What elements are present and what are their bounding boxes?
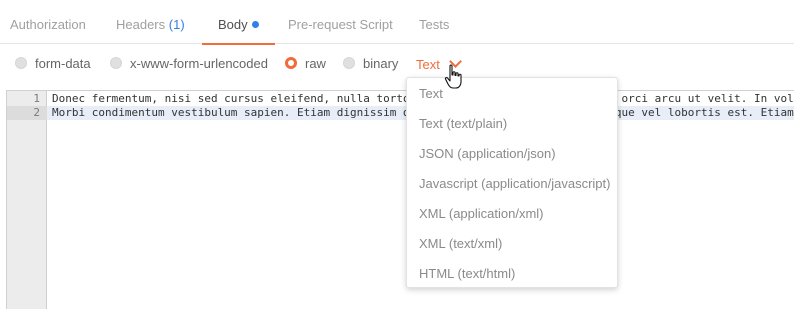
radio-binary-label: binary xyxy=(363,55,399,71)
radio-urlencoded-label: x-www-form-urlencoded xyxy=(130,55,268,71)
tab-headers-label: Headers xyxy=(116,17,166,32)
tab-tests-label: Tests xyxy=(419,17,450,32)
tab-headers[interactable]: Headers (1) xyxy=(116,0,185,44)
tab-pre-request-script-label: Pre-request Script xyxy=(288,17,393,32)
headers-count-badge: (1) xyxy=(168,17,185,32)
radio-binary-circle xyxy=(343,57,355,69)
radio-raw[interactable]: raw xyxy=(285,54,326,72)
tab-body-label: Body xyxy=(218,17,248,32)
request-tabs: Authorization Headers (1) Body Pre-reque… xyxy=(0,0,794,45)
radio-raw-label: raw xyxy=(305,55,326,71)
body-mode-selector: form-data x-www-form-urlencoded raw bina… xyxy=(0,50,794,74)
body-modified-dot-icon xyxy=(251,21,259,28)
radio-form-data[interactable]: form-data xyxy=(15,54,91,72)
dropdown-option-json[interactable]: JSON (application/json) xyxy=(407,139,617,169)
dropdown-option-text[interactable]: Text xyxy=(407,79,617,109)
tab-pre-request-script[interactable]: Pre-request Script xyxy=(288,0,393,44)
radio-raw-circle xyxy=(285,57,297,69)
line-number: 2 xyxy=(33,106,40,119)
tab-authorization-label: Authorization xyxy=(10,17,86,32)
radio-binary[interactable]: binary xyxy=(343,54,398,72)
dropdown-option-xml-text[interactable]: XML (text/xml) xyxy=(407,229,617,259)
dropdown-option-javascript[interactable]: Javascript (application/javascript) xyxy=(407,169,617,199)
tab-tests[interactable]: Tests xyxy=(419,0,449,44)
dropdown-option-xml-application[interactable]: XML (application/xml) xyxy=(407,199,617,229)
radio-form-data-circle xyxy=(15,57,27,69)
raw-body-editor[interactable]: 1 2 Donec fermentum, nisi sed cursus ele… xyxy=(6,90,794,309)
content-type-dropdown: Text Text (text/plain) JSON (application… xyxy=(406,77,618,288)
gutter-selected-line xyxy=(7,106,47,120)
radio-form-data-label: form-data xyxy=(35,55,91,71)
dropdown-option-html[interactable]: HTML (text/html) xyxy=(407,259,617,289)
content-type-selected: Text xyxy=(416,56,440,72)
hand-pointer-icon xyxy=(444,64,462,89)
line-number: 1 xyxy=(33,92,40,105)
dropdown-option-text-plain[interactable]: Text (text/plain) xyxy=(407,109,617,139)
radio-x-www-form-urlencoded[interactable]: x-www-form-urlencoded xyxy=(110,54,268,72)
line-number-gutter: 1 2 xyxy=(7,91,47,309)
tab-body[interactable]: Body xyxy=(202,0,275,45)
tab-authorization[interactable]: Authorization xyxy=(10,0,86,44)
radio-urlencoded-circle xyxy=(110,57,122,69)
